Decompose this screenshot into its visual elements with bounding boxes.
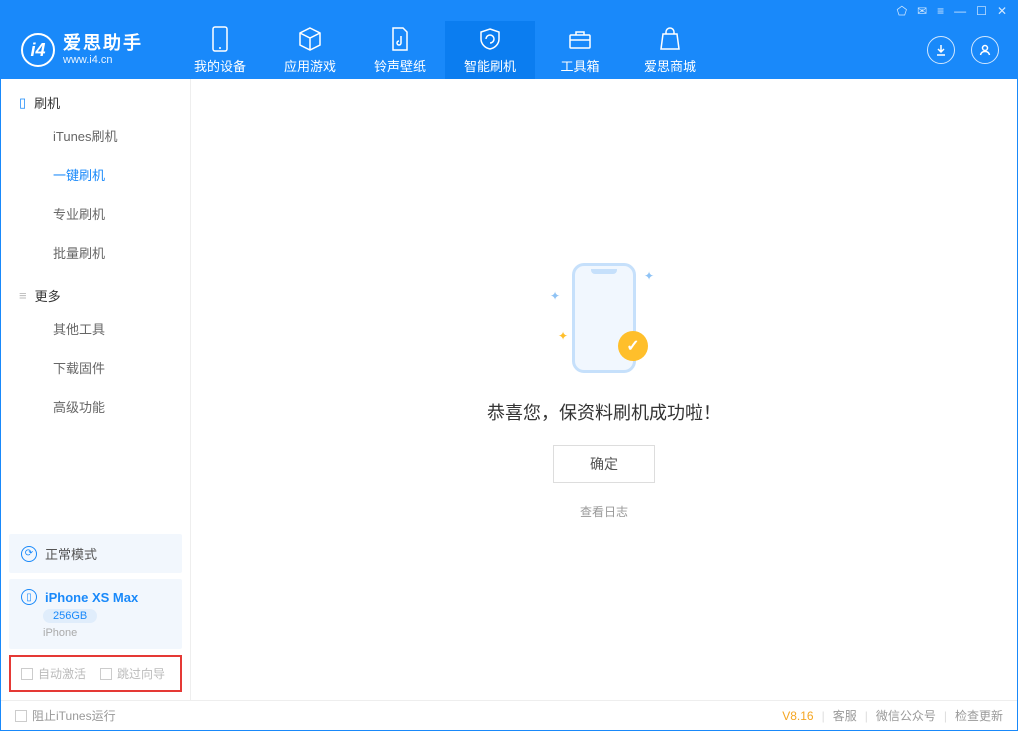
sparkle-icon: ✦: [644, 269, 654, 283]
header-actions: [927, 36, 1017, 64]
app-logo: i4 爱思助手 www.i4.cn: [1, 33, 163, 67]
footer: 阻止iTunes运行 V8.16 | 客服 | 微信公众号 | 检查更新: [1, 700, 1017, 730]
ok-button[interactable]: 确定: [553, 445, 655, 483]
device-name: iPhone XS Max: [45, 590, 138, 605]
tab-label: 铃声壁纸: [374, 56, 426, 75]
phone-icon: [207, 26, 233, 52]
logo-mark-icon: i4: [21, 33, 55, 67]
checkbox-skip-guide[interactable]: 跳过向导: [100, 665, 165, 682]
main-content: ✦ ✦ ✦ ✓ 恭喜您，保资料刷机成功啦！ 确定 查看日志: [191, 79, 1017, 700]
checkbox-highlight-row: 自动激活 跳过向导: [9, 655, 182, 692]
footer-link-wechat[interactable]: 微信公众号: [876, 707, 936, 724]
sidebar-item-other-tools[interactable]: 其他工具: [1, 309, 190, 348]
tab-store[interactable]: 爱思商城: [625, 21, 715, 79]
footer-link-update[interactable]: 检查更新: [955, 707, 1003, 724]
sidebar-item-pro-flash[interactable]: 专业刷机: [1, 194, 190, 233]
mode-card[interactable]: ⟳ 正常模式: [9, 534, 182, 573]
sidebar-item-itunes-flash[interactable]: iTunes刷机: [1, 116, 190, 155]
sidebar-item-batch-flash[interactable]: 批量刷机: [1, 233, 190, 272]
sidebar-item-oneclick-flash[interactable]: 一键刷机: [1, 155, 190, 194]
maximize-icon[interactable]: ☐: [976, 4, 987, 18]
feedback-icon[interactable]: ✉: [917, 4, 927, 18]
tab-ringtone-wallpaper[interactable]: 铃声壁纸: [355, 21, 445, 79]
app-title: 爱思助手: [63, 34, 143, 54]
user-icon[interactable]: [971, 36, 999, 64]
tab-label: 爱思商城: [644, 56, 696, 75]
success-message: 恭喜您，保资料刷机成功啦！: [487, 399, 721, 425]
app-site: www.i4.cn: [63, 54, 143, 66]
tab-label: 应用游戏: [284, 56, 336, 75]
tab-label: 智能刷机: [464, 56, 516, 75]
download-icon[interactable]: [927, 36, 955, 64]
check-badge-icon: ✓: [618, 331, 648, 361]
tshirt-icon[interactable]: ⬠: [897, 4, 907, 18]
tab-label: 工具箱: [560, 56, 599, 75]
sidebar-item-download-firmware[interactable]: 下载固件: [1, 348, 190, 387]
refresh-shield-icon: [477, 26, 503, 52]
mode-icon: ⟳: [21, 546, 37, 562]
sparkle-icon: ✦: [558, 329, 568, 343]
tab-my-device[interactable]: 我的设备: [175, 21, 265, 79]
version-label: V8.16: [782, 709, 813, 723]
mode-label: 正常模式: [45, 544, 97, 563]
toolbox-icon: [567, 26, 593, 52]
sidebar-group-more: ≡ 更多: [1, 272, 190, 309]
tab-apps-games[interactable]: 应用游戏: [265, 21, 355, 79]
sidebar: ▯ 刷机 iTunes刷机 一键刷机 专业刷机 批量刷机 ≡ 更多 其他工具 下…: [1, 79, 191, 700]
group-label: 更多: [35, 286, 61, 305]
checkbox-block-itunes[interactable]: 阻止iTunes运行: [15, 707, 116, 724]
header: i4 爱思助手 www.i4.cn 我的设备 应用游戏 铃声壁纸 智能刷机: [1, 21, 1017, 79]
minimize-icon[interactable]: —: [954, 4, 966, 18]
checkbox-label: 跳过向导: [117, 665, 165, 682]
device-card[interactable]: ▯ iPhone XS Max 256GB iPhone: [9, 579, 182, 649]
checkbox-auto-activate[interactable]: 自动激活: [21, 665, 86, 682]
sidebar-bottom: ⟳ 正常模式 ▯ iPhone XS Max 256GB iPhone 自动激活: [1, 526, 190, 700]
app-window: ⬠ ✉ ≡ — ☐ ✕ i4 爱思助手 www.i4.cn 我的设备 应用游戏: [0, 0, 1018, 731]
checkbox-label: 自动激活: [38, 665, 86, 682]
checkbox-label: 阻止iTunes运行: [32, 707, 116, 724]
sidebar-group-flash: ▯ 刷机: [1, 79, 190, 116]
checkbox-box-icon: [15, 710, 27, 722]
cube-icon: [297, 26, 323, 52]
music-file-icon: [387, 26, 413, 52]
view-log-link[interactable]: 查看日志: [580, 503, 628, 520]
close-icon[interactable]: ✕: [997, 4, 1007, 18]
device-type: iPhone: [43, 627, 77, 639]
tab-smart-flash[interactable]: 智能刷机: [445, 21, 535, 79]
sparkle-icon: ✦: [550, 289, 560, 303]
group-label: 刷机: [34, 93, 60, 112]
footer-link-support[interactable]: 客服: [833, 707, 857, 724]
list-icon: ≡: [19, 288, 27, 303]
sidebar-item-advanced[interactable]: 高级功能: [1, 387, 190, 426]
bag-icon: [657, 26, 683, 52]
nav-tabs: 我的设备 应用游戏 铃声壁纸 智能刷机 工具箱 爱思商城: [175, 21, 715, 79]
tab-label: 我的设备: [194, 56, 246, 75]
menu-icon[interactable]: ≡: [937, 4, 944, 18]
checkbox-box-icon: [100, 668, 112, 680]
device-capacity: 256GB: [43, 609, 97, 623]
footer-right: V8.16 | 客服 | 微信公众号 | 检查更新: [782, 707, 1003, 724]
device-phone-icon: ▯: [21, 589, 37, 605]
phone-small-icon: ▯: [19, 95, 26, 111]
titlebar: ⬠ ✉ ≡ — ☐ ✕: [1, 1, 1017, 21]
checkbox-box-icon: [21, 668, 33, 680]
success-illustration: ✦ ✦ ✦ ✓: [544, 259, 664, 379]
body: ▯ 刷机 iTunes刷机 一键刷机 专业刷机 批量刷机 ≡ 更多 其他工具 下…: [1, 79, 1017, 700]
tab-toolbox[interactable]: 工具箱: [535, 21, 625, 79]
